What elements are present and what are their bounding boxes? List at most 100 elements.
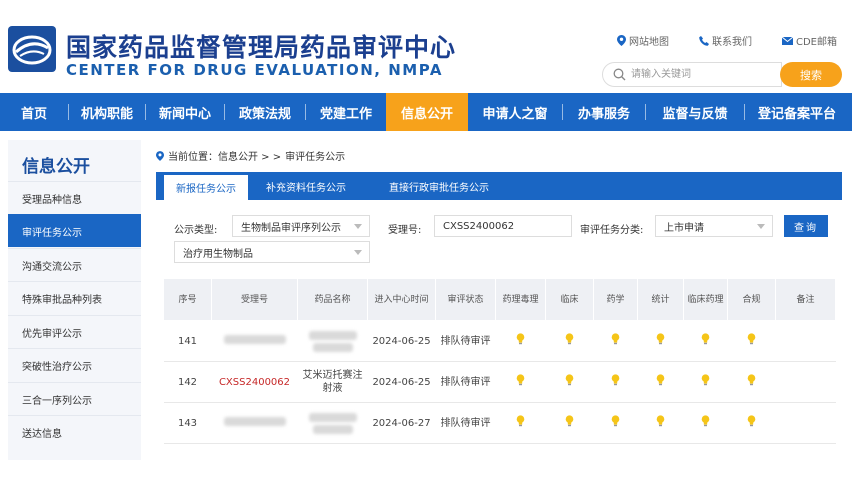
chevron-down-icon <box>354 224 362 229</box>
row-clinical-pharmacology-cell <box>683 402 728 444</box>
location-pin-icon <box>156 150 164 161</box>
sidebar-item-priority-review[interactable]: 优先审评公示 <box>8 315 141 348</box>
site-header: 国家药品监督管理局药品审评中心 CENTER FOR DRUG EVALUATI… <box>0 0 852 92</box>
sidebar-item-communication[interactable]: 沟通交流公示 <box>8 248 141 281</box>
row-acceptance-link[interactable]: CXSS2400062 <box>211 361 298 403</box>
lightbulb-icon <box>656 333 665 349</box>
col-header-acceptance: 受理号 <box>211 278 298 321</box>
lightbulb-icon <box>701 415 710 431</box>
row-index: 141 <box>163 320 212 362</box>
sitemap-link-label: 网站地图 <box>629 37 669 48</box>
table-header-row: 序号 受理号 药品名称 进入中心时间 审评状态 药理毒理 临床 药学 统计 临床… <box>163 278 836 321</box>
acceptance-number-input[interactable] <box>434 215 572 237</box>
lightbulb-icon <box>565 374 574 390</box>
lightbulb-icon <box>516 415 525 431</box>
row-compliance-cell <box>727 361 776 403</box>
row-pharmtox-cell <box>495 361 546 403</box>
type-select-value: 生物制品审评序列公示 <box>241 222 341 234</box>
nav-item-home[interactable]: 首页 <box>0 93 68 131</box>
lightbulb-icon <box>656 374 665 390</box>
lightbulb-icon <box>611 333 620 349</box>
col-header-pharmacy: 药学 <box>593 278 638 321</box>
row-status: 排队待审评 <box>435 361 496 403</box>
search-button[interactable]: 搜索 <box>780 62 842 87</box>
row-status: 排队待审评 <box>435 402 496 444</box>
review-task-table: 序号 受理号 药品名称 进入中心时间 审评状态 药理毒理 临床 药学 统计 临床… <box>163 278 836 444</box>
map-pin-icon <box>617 35 626 46</box>
col-header-entry-time: 进入中心时间 <box>367 278 436 321</box>
col-header-drug-name: 药品名称 <box>297 278 368 321</box>
col-header-pharmtox: 药理毒理 <box>495 278 546 321</box>
row-remarks <box>775 320 836 362</box>
nav-item-applicant[interactable]: 申请人之窗 <box>468 93 562 131</box>
nav-item-info-disclosure[interactable]: 信息公开 <box>386 93 468 131</box>
query-button[interactable]: 查询 <box>784 215 828 237</box>
row-index: 142 <box>163 361 212 403</box>
cde-logo-icon <box>8 26 56 72</box>
sidebar-item-accepted-varieties[interactable]: 受理品种信息 <box>8 181 141 214</box>
row-pharmacy-cell <box>593 320 638 362</box>
category-select-value: 上市申请 <box>664 222 704 234</box>
row-pharmacy-cell <box>593 402 638 444</box>
row-statistics-cell <box>637 320 684 362</box>
lightbulb-icon <box>656 415 665 431</box>
chevron-down-icon <box>354 250 362 255</box>
col-header-statistics: 统计 <box>637 278 684 321</box>
lightbulb-icon <box>747 333 756 349</box>
search-icon <box>613 68 626 81</box>
row-entry-time: 2024-06-25 <box>367 361 436 403</box>
type-select[interactable]: 生物制品审评序列公示 <box>232 215 370 237</box>
nav-item-policy[interactable]: 政策法规 <box>225 93 305 131</box>
tab-supplementary-tasks[interactable]: 补充资料任务公示 <box>248 172 364 200</box>
contact-link[interactable]: 联系我们 <box>699 33 752 48</box>
lightbulb-icon <box>701 374 710 390</box>
lightbulb-icon <box>611 374 620 390</box>
table-row: 142 CXSS2400062 艾米迈托赛注射液 2024-06-25 排队待审… <box>163 361 836 403</box>
sidebar-item-three-in-one[interactable]: 三合一序列公示 <box>8 382 141 415</box>
breadcrumb-prefix: 当前位置：信息公开 > > <box>168 152 282 163</box>
nav-item-party[interactable]: 党建工作 <box>306 93 386 131</box>
tab-new-tasks[interactable]: 新报任务公示 <box>164 175 248 200</box>
sub-type-select[interactable]: 治疗用生物制品 <box>174 241 370 263</box>
sidebar-item-breakthrough[interactable]: 突破性治疗公示 <box>8 348 141 381</box>
main-nav: 首页 机构职能 新闻中心 政策法规 党建工作 信息公开 申请人之窗 办事服务 监… <box>0 93 852 131</box>
row-clinical-cell <box>545 361 594 403</box>
category-select[interactable]: 上市申请 <box>655 215 773 237</box>
row-acceptance-redacted <box>211 402 298 444</box>
search-input[interactable] <box>631 66 771 83</box>
search-box <box>602 62 782 87</box>
nav-item-functions[interactable]: 机构职能 <box>69 93 145 131</box>
task-tabs: 新报任务公示 补充资料任务公示 直接行政审批任务公示 <box>156 172 842 200</box>
sitemap-link[interactable]: 网站地图 <box>617 33 669 48</box>
sidebar-title: 信息公开 <box>22 157 90 177</box>
lightbulb-icon <box>611 415 620 431</box>
sidebar-item-delivery[interactable]: 送达信息 <box>8 415 141 448</box>
nav-item-services[interactable]: 办事服务 <box>563 93 645 131</box>
col-header-compliance: 合规 <box>727 278 776 321</box>
nav-item-news[interactable]: 新闻中心 <box>146 93 224 131</box>
table-row: 143 2024-06-27 排队待审评 <box>163 402 836 444</box>
row-acceptance-redacted <box>211 320 298 362</box>
lightbulb-icon <box>747 374 756 390</box>
row-pharmacy-cell <box>593 361 638 403</box>
nav-item-registration[interactable]: 登记备案平台 <box>745 93 849 131</box>
row-statistics-cell <box>637 361 684 403</box>
row-compliance-cell <box>727 320 776 362</box>
table-row: 141 2024-06-25 排队待审评 <box>163 320 836 362</box>
acceptance-label: 受理号: <box>388 225 422 236</box>
row-remarks <box>775 361 836 403</box>
row-clinical-pharmacology-cell <box>683 320 728 362</box>
tab-direct-approval-tasks[interactable]: 直接行政审批任务公示 <box>364 172 514 200</box>
row-clinical-pharmacology-cell <box>683 361 728 403</box>
row-status: 排队待审评 <box>435 320 496 362</box>
lightbulb-icon <box>701 333 710 349</box>
sidebar-item-special-approval[interactable]: 特殊审批品种列表 <box>8 281 141 314</box>
sidebar: 信息公开 受理品种信息 审评任务公示 沟通交流公示 特殊审批品种列表 优先审评公… <box>8 140 141 460</box>
row-remarks <box>775 402 836 444</box>
cde-mail-link[interactable]: CDE邮箱 <box>782 33 837 48</box>
breadcrumb-current[interactable]: 审评任务公示 <box>285 148 345 163</box>
sidebar-item-review-tasks[interactable]: 审评任务公示 <box>8 214 141 247</box>
nav-item-feedback[interactable]: 监督与反馈 <box>646 93 744 131</box>
lightbulb-icon <box>565 415 574 431</box>
row-pharmtox-cell <box>495 320 546 362</box>
